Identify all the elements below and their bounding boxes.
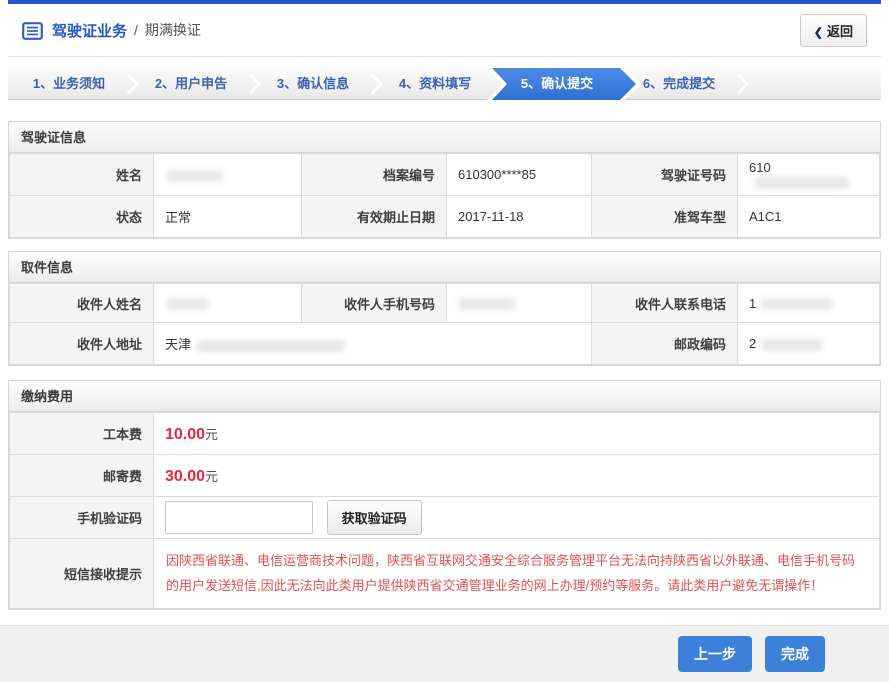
recipient-mobile-label: 收件人手机号码 bbox=[302, 284, 447, 323]
recipient-name-value bbox=[154, 284, 302, 323]
step-4-fill-materials[interactable]: 4、资料填写 bbox=[374, 68, 496, 100]
redacted-mobile bbox=[458, 298, 516, 310]
table-row: 收件人地址 天津 邮政编码 2 bbox=[10, 323, 880, 365]
back-chevron-icon: ❮ bbox=[814, 27, 823, 39]
table-row: 手机验证码 获取验证码 bbox=[10, 497, 880, 539]
name-value bbox=[154, 154, 302, 196]
work-fee-amount: 10.00 bbox=[165, 426, 205, 443]
step-1-business-notice[interactable]: 1、业务须知 bbox=[8, 68, 130, 100]
recipient-phone-label: 收件人联系电话 bbox=[592, 284, 738, 323]
finish-button[interactable]: 完成 bbox=[765, 636, 825, 672]
sms-code-input[interactable] bbox=[165, 501, 313, 534]
sms-notice-label: 短信接收提示 bbox=[10, 539, 154, 609]
footer-action-bar: 上一步 完成 bbox=[0, 625, 889, 682]
postal-code-value: 2 bbox=[738, 323, 880, 365]
redacted-phone bbox=[761, 298, 833, 310]
license-renewal-page: 驾驶证业务 / 期满换证 ❮ 返回 1、业务须知 2、用户申告 3、确认信息 4、… bbox=[0, 0, 889, 682]
recipient-address-label: 收件人地址 bbox=[10, 323, 154, 365]
postage-fee-label: 邮寄费 bbox=[10, 455, 154, 497]
vehicle-class-value: A1C1 bbox=[738, 196, 880, 238]
recipient-name-label: 收件人姓名 bbox=[10, 284, 154, 323]
redacted-address bbox=[196, 340, 346, 352]
work-fee-value: 10.00元 bbox=[154, 413, 880, 455]
table-row: 工本费 10.00元 bbox=[10, 413, 880, 455]
redacted-postal-code bbox=[761, 339, 823, 351]
table-row: 短信接收提示 因陕西省联通、电信运营商技术问题，陕西省互联网交通安全综合服务管理… bbox=[10, 539, 880, 609]
work-fee-unit: 元 bbox=[205, 427, 218, 442]
sms-notice-text: 因陕西省联通、电信运营商技术问题，陕西省互联网交通安全综合服务管理平台无法向持陕… bbox=[166, 553, 855, 593]
pickup-info-table: 收件人姓名 收件人手机号码 收件人联系电话 1 收件人地址 天津 邮政编码 2 bbox=[9, 283, 880, 365]
expiry-value: 2017-11-18 bbox=[447, 196, 592, 238]
work-fee-label: 工本费 bbox=[10, 413, 154, 455]
file-number-label: 档案编号 bbox=[302, 154, 447, 196]
license-info-section: 驾驶证信息 姓名 档案编号 610300****85 驾驶证号码 610 状态 … bbox=[8, 121, 881, 239]
form-list-icon bbox=[22, 22, 43, 40]
page-header: 驾驶证业务 / 期满换证 ❮ 返回 bbox=[8, 0, 881, 57]
table-row: 收件人姓名 收件人手机号码 收件人联系电话 1 bbox=[10, 284, 880, 323]
redacted-license-number bbox=[754, 177, 850, 189]
postage-fee-value: 30.00元 bbox=[154, 455, 880, 497]
wizard-step-bar: 1、业务须知 2、用户申告 3、确认信息 4、资料填写 5、确认提交 6、完成提… bbox=[8, 68, 881, 100]
sms-code-cell: 获取验证码 bbox=[154, 497, 880, 539]
breadcrumb-current: 期满换证 bbox=[145, 20, 201, 40]
expiry-label: 有效期止日期 bbox=[302, 196, 447, 238]
file-number-value: 610300****85 bbox=[447, 154, 592, 196]
table-row: 姓名 档案编号 610300****85 驾驶证号码 610 bbox=[10, 154, 880, 196]
postal-code-label: 邮政编码 bbox=[592, 323, 738, 365]
postage-fee-amount: 30.00 bbox=[165, 468, 205, 485]
get-sms-code-button[interactable]: 获取验证码 bbox=[327, 500, 422, 535]
recipient-address-value: 天津 bbox=[154, 323, 592, 365]
back-button-label: 返回 bbox=[827, 24, 853, 39]
status-label: 状态 bbox=[10, 196, 154, 238]
payment-section: 缴纳费用 工本费 10.00元 邮寄费 30.00元 手机验证码 获取验证码 短… bbox=[8, 380, 881, 610]
name-label: 姓名 bbox=[10, 154, 154, 196]
step-5-confirm-submit[interactable]: 5、确认提交 bbox=[496, 68, 618, 100]
table-row: 状态 正常 有效期止日期 2017-11-18 准驾车型 A1C1 bbox=[10, 196, 880, 238]
license-info-table: 姓名 档案编号 610300****85 驾驶证号码 610 状态 正常 有效期… bbox=[9, 153, 880, 238]
back-button[interactable]: ❮ 返回 bbox=[800, 14, 867, 47]
payment-table: 工本费 10.00元 邮寄费 30.00元 手机验证码 获取验证码 短信接收提示… bbox=[9, 412, 880, 609]
license-number-value: 610 bbox=[738, 154, 880, 196]
sms-notice-cell: 因陕西省联通、电信运营商技术问题，陕西省互联网交通安全综合服务管理平台无法向持陕… bbox=[154, 539, 880, 609]
license-section-title: 驾驶证信息 bbox=[9, 122, 880, 153]
page-title: 驾驶证业务 bbox=[52, 20, 127, 41]
payment-section-title: 缴纳费用 bbox=[9, 381, 880, 412]
pickup-section-title: 取件信息 bbox=[9, 252, 880, 283]
redacted-name bbox=[165, 170, 223, 182]
license-number-label: 驾驶证号码 bbox=[592, 154, 738, 196]
previous-step-button[interactable]: 上一步 bbox=[678, 636, 752, 672]
postage-fee-unit: 元 bbox=[205, 469, 218, 484]
sms-code-label: 手机验证码 bbox=[10, 497, 154, 539]
redacted-recipient-name bbox=[165, 298, 209, 310]
vehicle-class-label: 准驾车型 bbox=[592, 196, 738, 238]
step-3-confirm-info[interactable]: 3、确认信息 bbox=[252, 68, 374, 100]
step-2-user-declaration[interactable]: 2、用户申告 bbox=[130, 68, 252, 100]
recipient-phone-value: 1 bbox=[738, 284, 880, 323]
pickup-info-section: 取件信息 收件人姓名 收件人手机号码 收件人联系电话 1 收件人地址 天津 邮政… bbox=[8, 251, 881, 366]
recipient-mobile-value bbox=[447, 284, 592, 323]
status-value: 正常 bbox=[154, 196, 302, 238]
table-row: 邮寄费 30.00元 bbox=[10, 455, 880, 497]
breadcrumb-divider: / bbox=[134, 22, 138, 38]
